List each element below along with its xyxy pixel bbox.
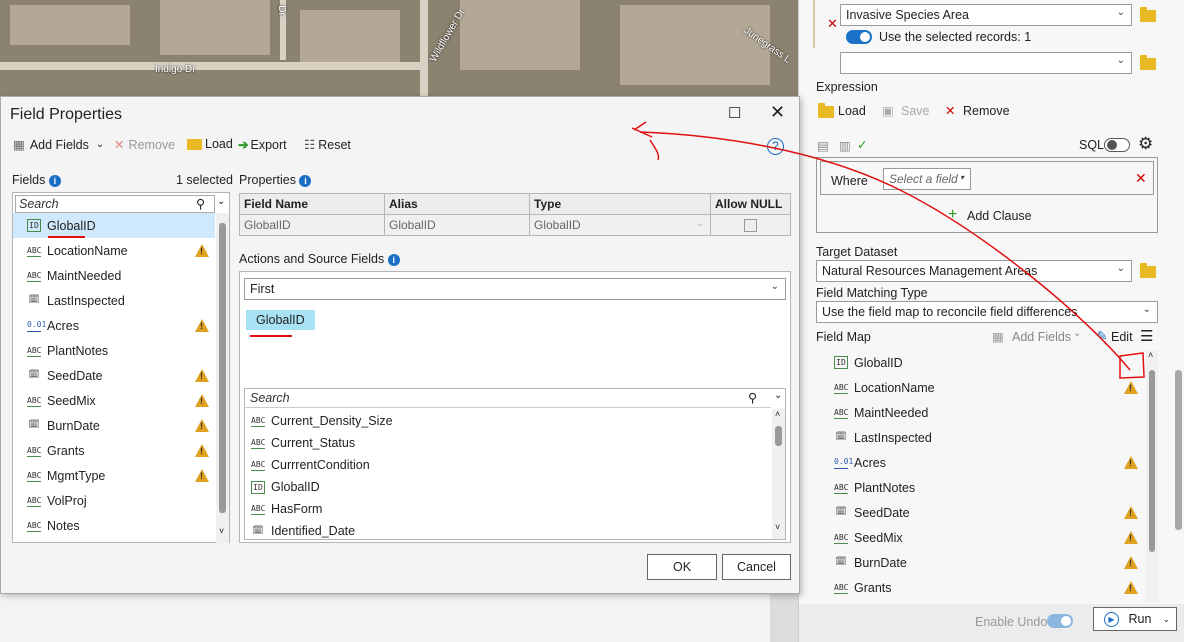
annotation-scribble [649,139,660,161]
annotation-box [1119,352,1145,379]
annotation-arrow-line [639,131,1131,371]
annotation-arrow-head [631,121,653,138]
annotation-overlay [631,121,1145,379]
